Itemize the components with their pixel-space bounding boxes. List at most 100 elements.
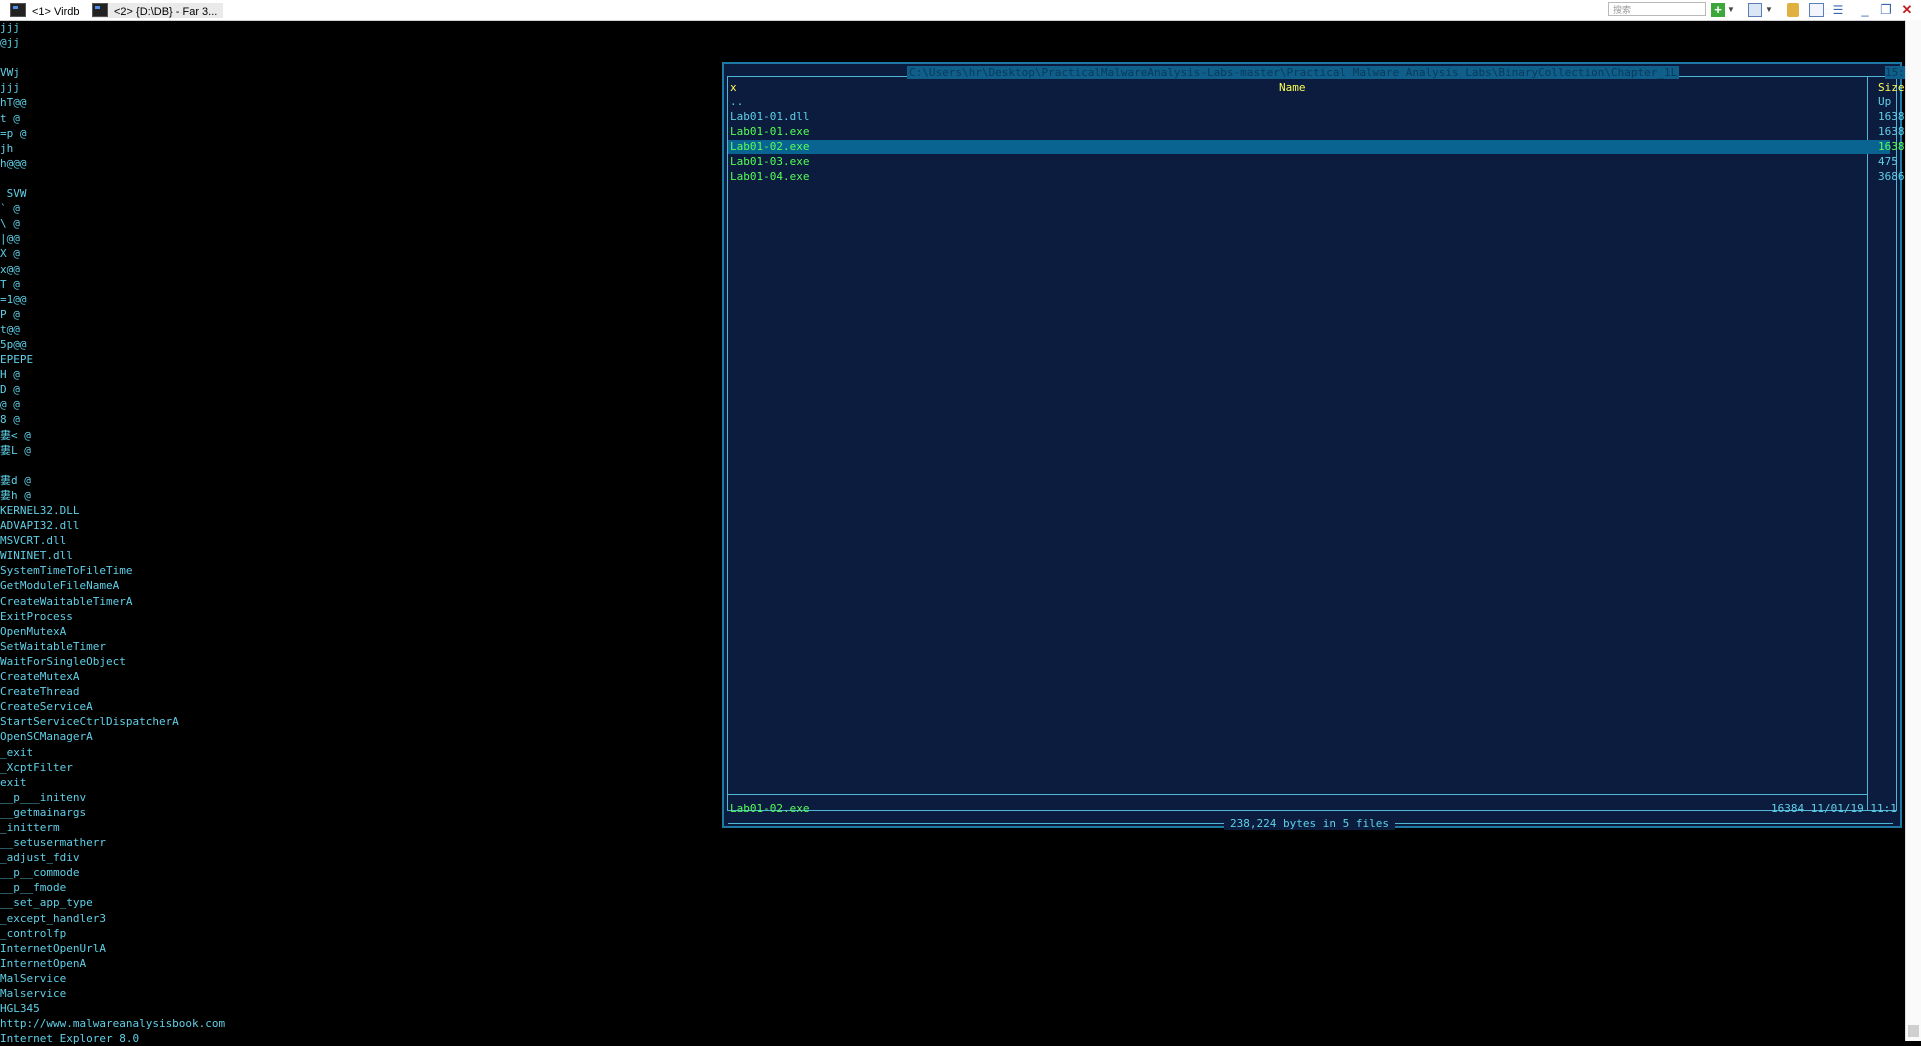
console-line: exit <box>0 775 27 789</box>
console-line: Internet Explorer 8.0 <box>0 1032 140 1046</box>
split-view-icon[interactable] <box>1809 3 1824 17</box>
status-fileinfo: 16384 11/01/19 11:1 <box>1771 802 1897 815</box>
console-line: SystemTimeToFileTime <box>0 564 133 578</box>
console-line: h@@@ <box>0 156 27 170</box>
console-line: __getmainargs <box>0 805 87 819</box>
status-filename: Lab01-02.exe <box>730 802 810 815</box>
console-line: H @ <box>0 368 20 382</box>
file-panel[interactable]: C:\Users\hr\Desktop\PracticalMalwareAnal… <box>722 62 1911 830</box>
header-mark: x <box>730 81 737 94</box>
console-line: MSVCRT.dll <box>0 534 67 548</box>
header-name: Name <box>1279 81 1306 94</box>
console-line: http://www.malwareanalysisbook.com <box>0 1017 226 1031</box>
file-name: Lab01-01.dll <box>730 110 810 123</box>
console-line: HGL345 <box>0 1002 40 1016</box>
header-size: Size <box>1878 81 1905 94</box>
console-icon <box>92 3 108 17</box>
lock-icon[interactable] <box>1787 3 1799 17</box>
file-row[interactable]: Lab01-03.exe 475 <box>728 155 1898 169</box>
file-name: Lab01-04.exe <box>730 170 810 183</box>
console-line: _XcptFilter <box>0 760 73 774</box>
console-line: OpenSCManagerA <box>0 730 93 744</box>
console-line: 婁L @ <box>0 443 31 457</box>
console-line: ADVAPI32.dll <box>0 519 80 533</box>
console-line: CreateThread <box>0 685 80 699</box>
panel-path: C:\Users\hr\Desktop\PracticalMalwareAnal… <box>907 66 1680 79</box>
minimize-icon[interactable]: _ <box>1858 3 1872 17</box>
console-line: 5p@@ <box>0 337 27 351</box>
console-line: 婁< @ <box>0 428 31 442</box>
file-row[interactable]: Lab01-04.exe 3686 <box>728 170 1905 184</box>
console-line: _except_handler3 <box>0 911 106 925</box>
console-line: 8 @ <box>0 413 20 427</box>
console-line: StartServiceCtrlDispatcherA <box>0 715 179 729</box>
file-name: .. <box>730 95 744 108</box>
close-icon[interactable]: ✕ <box>1900 3 1914 17</box>
file-size: 1638 <box>1878 140 1905 153</box>
menu-icon[interactable]: ☰ <box>1831 3 1845 17</box>
console-line: @jj <box>0 36 20 50</box>
summary-text: 238,224 bytes in 5 files <box>1224 817 1395 830</box>
console-line: OpenMutexA <box>0 624 67 638</box>
console-scrollbar[interactable] <box>1905 20 1921 1041</box>
console-line: |@@ <box>0 232 20 246</box>
panel-frame <box>727 76 1897 811</box>
console-line: _adjust_fdiv <box>0 851 80 865</box>
file-row-selected[interactable]: Lab01-02.exe 1638 <box>728 140 1905 154</box>
file-row[interactable]: .. Up <box>728 95 1891 109</box>
panel-clock: 15: <box>1885 66 1905 79</box>
console-line: T @ <box>0 277 20 291</box>
console-line: P @ <box>0 307 20 321</box>
console-line: x@@ <box>0 262 20 276</box>
console-line: D @ <box>0 383 20 397</box>
column-divider <box>1867 77 1868 810</box>
console-icon <box>10 3 26 17</box>
dropdown-icon[interactable]: ▼ <box>1726 3 1736 17</box>
layout-icon[interactable] <box>1748 3 1762 17</box>
file-row[interactable]: Lab01-01.exe 1638 <box>728 125 1905 139</box>
scroll-thumb[interactable] <box>1908 1025 1919 1037</box>
tab-virdb[interactable]: <1> Virdb <box>10 3 80 18</box>
tab-far[interactable]: <2> {D:\DB} - Far 3... <box>92 3 224 18</box>
search-input[interactable]: 搜索 <box>1608 2 1706 16</box>
console-line: MalService <box>0 971 67 985</box>
console-line: SVW <box>0 187 27 201</box>
dropdown-icon[interactable]: ▼ <box>1764 3 1774 17</box>
console-line: __p___initenv <box>0 790 87 804</box>
console-line: 婁h @ <box>0 488 31 502</box>
console-line: CreateWaitableTimerA <box>0 594 133 608</box>
console-line: ExitProcess <box>0 609 73 623</box>
console-line: KERNEL32.DLL <box>0 504 80 517</box>
console-line: __set_app_type <box>0 896 93 910</box>
file-row[interactable]: Lab01-01.dll 16384 <box>728 110 1911 124</box>
console-line: ` @ <box>0 202 20 216</box>
console-line: @ @ <box>0 398 20 412</box>
console-line: jjj <box>0 81 20 95</box>
add-icon[interactable]: + <box>1711 3 1725 17</box>
console-line: CreateServiceA <box>0 700 93 714</box>
console-line: hT@@ <box>0 96 27 110</box>
console-line: VWj <box>0 66 20 80</box>
tab-bar: <1> Virdb <2> {D:\DB} - Far 3... 搜索 + ▼ … <box>0 0 1921 21</box>
console-line: _exit <box>0 745 34 759</box>
file-name: Lab01-02.exe <box>730 140 810 153</box>
file-name: Lab01-03.exe <box>730 155 810 168</box>
console-line: WaitForSingleObject <box>0 654 126 668</box>
console-line: jjj <box>0 21 20 34</box>
status-separator <box>728 794 1868 795</box>
console-output: jjj @jj VWj jjj hT@@ t @ =p @ jh h@@@ SVW ` @ \ @ |… <box>0 20 720 1046</box>
restore-icon[interactable]: ❐ <box>1879 3 1893 17</box>
console-line: _initterm <box>0 820 60 834</box>
console-line: EPEPE <box>0 353 34 367</box>
console-line: __p__fmode <box>0 881 67 895</box>
console-line: SetWaitableTimer <box>0 639 106 653</box>
console-line: GetModuleFileNameA <box>0 579 120 593</box>
tab-label: <2> {D:\DB} - Far 3... <box>114 6 218 18</box>
file-size: 1638 <box>1878 125 1905 138</box>
console-line: __p__commode <box>0 866 80 880</box>
console-line: InternetOpenA <box>0 956 87 970</box>
console-line: \ @ <box>0 217 20 231</box>
